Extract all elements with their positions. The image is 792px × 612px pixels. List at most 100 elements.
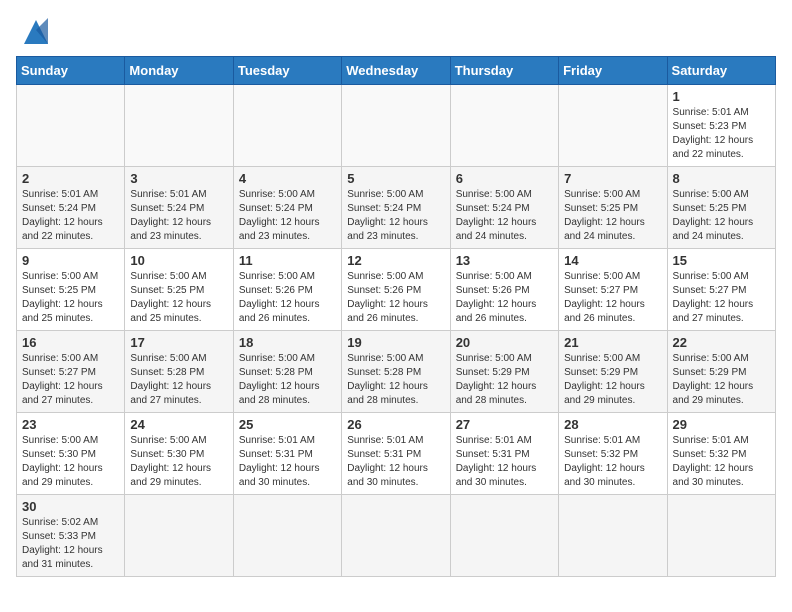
calendar-cell: 16Sunrise: 5:00 AM Sunset: 5:27 PM Dayli… <box>17 331 125 413</box>
cell-details: Sunrise: 5:00 AM Sunset: 5:29 PM Dayligh… <box>673 352 770 408</box>
day-number: 15 <box>673 253 770 268</box>
cell-details: Sunrise: 5:00 AM Sunset: 5:30 PM Dayligh… <box>130 434 227 490</box>
calendar-cell: 27 Sunrise: 5:01 AM Sunset: 5:31 PM Dayli… <box>450 413 558 495</box>
calendar-week-row: 9 Sunrise: 5:00 AM Sunset: 5:25 PM Daylig… <box>17 249 776 331</box>
logo <box>16 16 52 44</box>
day-number: 8 <box>673 171 770 186</box>
calendar-cell: 9 Sunrise: 5:00 AM Sunset: 5:25 PM Daylig… <box>17 249 125 331</box>
calendar-week-row: 23Sunrise: 5:00 AM Sunset: 5:30 PM Dayli… <box>17 413 776 495</box>
cell-details: Sunrise: 5:01 AM Sunset: 5:24 PM Dayligh… <box>22 188 119 244</box>
calendar-cell: 6 Sunrise: 5:00 AM Sunset: 5:24 PM Daylig… <box>450 167 558 249</box>
day-number: 28 <box>564 417 661 432</box>
calendar-cell: 14 Sunrise: 5:00 AM Sunset: 5:27 PM Dayli… <box>559 249 667 331</box>
day-number: 7 <box>564 171 661 186</box>
cell-details: Sunrise: 5:01 AM Sunset: 5:23 PM Dayligh… <box>673 106 770 162</box>
calendar-cell: 26Sunrise: 5:01 AM Sunset: 5:31 PM Dayli… <box>342 413 450 495</box>
cell-details: Sunrise: 5:00 AM Sunset: 5:25 PM Dayligh… <box>22 270 119 326</box>
cell-details: Sunrise: 5:00 AM Sunset: 5:26 PM Dayligh… <box>239 270 336 326</box>
calendar-cell <box>342 495 450 577</box>
calendar-cell <box>559 495 667 577</box>
day-number: 22 <box>673 335 770 350</box>
day-number: 30 <box>22 499 119 514</box>
cell-details: Sunrise: 5:00 AM Sunset: 5:25 PM Dayligh… <box>130 270 227 326</box>
calendar-cell: 17 Sunrise: 5:00 AM Sunset: 5:28 PM Dayli… <box>125 331 233 413</box>
calendar-table: SundayMondayTuesdayWednesdayThursdayFrid… <box>16 56 776 577</box>
calendar-cell: 23Sunrise: 5:00 AM Sunset: 5:30 PM Dayli… <box>17 413 125 495</box>
calendar-week-row: 1 Sunrise: 5:01 AM Sunset: 5:23 PM Daylig… <box>17 85 776 167</box>
weekday-header-thursday: Thursday <box>450 57 558 85</box>
day-number: 14 <box>564 253 661 268</box>
calendar-cell: 10Sunrise: 5:00 AM Sunset: 5:25 PM Dayli… <box>125 249 233 331</box>
cell-details: Sunrise: 5:01 AM Sunset: 5:32 PM Dayligh… <box>564 434 661 490</box>
calendar-cell <box>125 85 233 167</box>
calendar-cell: 25Sunrise: 5:01 AM Sunset: 5:31 PM Dayli… <box>233 413 341 495</box>
calendar-cell: 20 Sunrise: 5:00 AM Sunset: 5:29 PM Dayli… <box>450 331 558 413</box>
calendar-cell: 24Sunrise: 5:00 AM Sunset: 5:30 PM Dayli… <box>125 413 233 495</box>
calendar-week-row: 2 Sunrise: 5:01 AM Sunset: 5:24 PM Daylig… <box>17 167 776 249</box>
calendar-cell: 8Sunrise: 5:00 AM Sunset: 5:25 PM Daylig… <box>667 167 775 249</box>
cell-details: Sunrise: 5:00 AM Sunset: 5:27 PM Dayligh… <box>564 270 661 326</box>
calendar-cell <box>450 85 558 167</box>
page-header <box>16 16 776 44</box>
calendar-cell: 29Sunrise: 5:01 AM Sunset: 5:32 PM Dayli… <box>667 413 775 495</box>
calendar-cell: 5 Sunrise: 5:00 AM Sunset: 5:24 PM Daylig… <box>342 167 450 249</box>
cell-details: Sunrise: 5:00 AM Sunset: 5:29 PM Dayligh… <box>456 352 553 408</box>
day-number: 11 <box>239 253 336 268</box>
weekday-header-sunday: Sunday <box>17 57 125 85</box>
calendar-cell: 13 Sunrise: 5:00 AM Sunset: 5:26 PM Dayli… <box>450 249 558 331</box>
cell-details: Sunrise: 5:00 AM Sunset: 5:28 PM Dayligh… <box>347 352 444 408</box>
calendar-cell <box>450 495 558 577</box>
calendar-cell: 3 Sunrise: 5:01 AM Sunset: 5:24 PM Daylig… <box>125 167 233 249</box>
day-number: 17 <box>130 335 227 350</box>
day-number: 6 <box>456 171 553 186</box>
cell-details: Sunrise: 5:00 AM Sunset: 5:30 PM Dayligh… <box>22 434 119 490</box>
day-number: 13 <box>456 253 553 268</box>
calendar-cell: 18 Sunrise: 5:00 AM Sunset: 5:28 PM Dayli… <box>233 331 341 413</box>
cell-details: Sunrise: 5:00 AM Sunset: 5:28 PM Dayligh… <box>239 352 336 408</box>
weekday-header-monday: Monday <box>125 57 233 85</box>
calendar-cell: 30 Sunrise: 5:02 AM Sunset: 5:33 PM Dayli… <box>17 495 125 577</box>
cell-details: Sunrise: 5:01 AM Sunset: 5:31 PM Dayligh… <box>456 434 553 490</box>
calendar-cell: 4Sunrise: 5:00 AM Sunset: 5:24 PM Daylig… <box>233 167 341 249</box>
day-number: 25 <box>239 417 336 432</box>
calendar-cell: 11 Sunrise: 5:00 AM Sunset: 5:26 PM Dayli… <box>233 249 341 331</box>
cell-details: Sunrise: 5:00 AM Sunset: 5:25 PM Dayligh… <box>564 188 661 244</box>
day-number: 9 <box>22 253 119 268</box>
cell-details: Sunrise: 5:00 AM Sunset: 5:28 PM Dayligh… <box>130 352 227 408</box>
day-number: 18 <box>239 335 336 350</box>
day-number: 26 <box>347 417 444 432</box>
cell-details: Sunrise: 5:01 AM Sunset: 5:32 PM Dayligh… <box>673 434 770 490</box>
calendar-cell: 28 Sunrise: 5:01 AM Sunset: 5:32 PM Dayli… <box>559 413 667 495</box>
calendar-cell <box>125 495 233 577</box>
cell-details: Sunrise: 5:00 AM Sunset: 5:27 PM Dayligh… <box>673 270 770 326</box>
weekday-header-row: SundayMondayTuesdayWednesdayThursdayFrid… <box>17 57 776 85</box>
cell-details: Sunrise: 5:00 AM Sunset: 5:24 PM Dayligh… <box>347 188 444 244</box>
day-number: 12 <box>347 253 444 268</box>
calendar-cell: 22 Sunrise: 5:00 AM Sunset: 5:29 PM Dayli… <box>667 331 775 413</box>
day-number: 2 <box>22 171 119 186</box>
day-number: 3 <box>130 171 227 186</box>
day-number: 20 <box>456 335 553 350</box>
day-number: 5 <box>347 171 444 186</box>
calendar-cell: 15 Sunrise: 5:00 AM Sunset: 5:27 PM Dayli… <box>667 249 775 331</box>
calendar-cell <box>667 495 775 577</box>
calendar-cell: 1 Sunrise: 5:01 AM Sunset: 5:23 PM Daylig… <box>667 85 775 167</box>
day-number: 19 <box>347 335 444 350</box>
cell-details: Sunrise: 5:00 AM Sunset: 5:24 PM Dayligh… <box>456 188 553 244</box>
day-number: 27 <box>456 417 553 432</box>
calendar-cell: 19 Sunrise: 5:00 AM Sunset: 5:28 PM Dayli… <box>342 331 450 413</box>
cell-details: Sunrise: 5:01 AM Sunset: 5:24 PM Dayligh… <box>130 188 227 244</box>
weekday-header-wednesday: Wednesday <box>342 57 450 85</box>
calendar-cell: 7 Sunrise: 5:00 AM Sunset: 5:25 PM Daylig… <box>559 167 667 249</box>
day-number: 1 <box>673 89 770 104</box>
calendar-week-row: 16Sunrise: 5:00 AM Sunset: 5:27 PM Dayli… <box>17 331 776 413</box>
calendar-week-row: 30 Sunrise: 5:02 AM Sunset: 5:33 PM Dayli… <box>17 495 776 577</box>
calendar-cell <box>233 495 341 577</box>
cell-details: Sunrise: 5:00 AM Sunset: 5:27 PM Dayligh… <box>22 352 119 408</box>
calendar-cell: 12 Sunrise: 5:00 AM Sunset: 5:26 PM Dayli… <box>342 249 450 331</box>
cell-details: Sunrise: 5:00 AM Sunset: 5:26 PM Dayligh… <box>347 270 444 326</box>
cell-details: Sunrise: 5:02 AM Sunset: 5:33 PM Dayligh… <box>22 516 119 572</box>
calendar-cell <box>342 85 450 167</box>
cell-details: Sunrise: 5:00 AM Sunset: 5:26 PM Dayligh… <box>456 270 553 326</box>
logo-icon <box>20 16 52 44</box>
